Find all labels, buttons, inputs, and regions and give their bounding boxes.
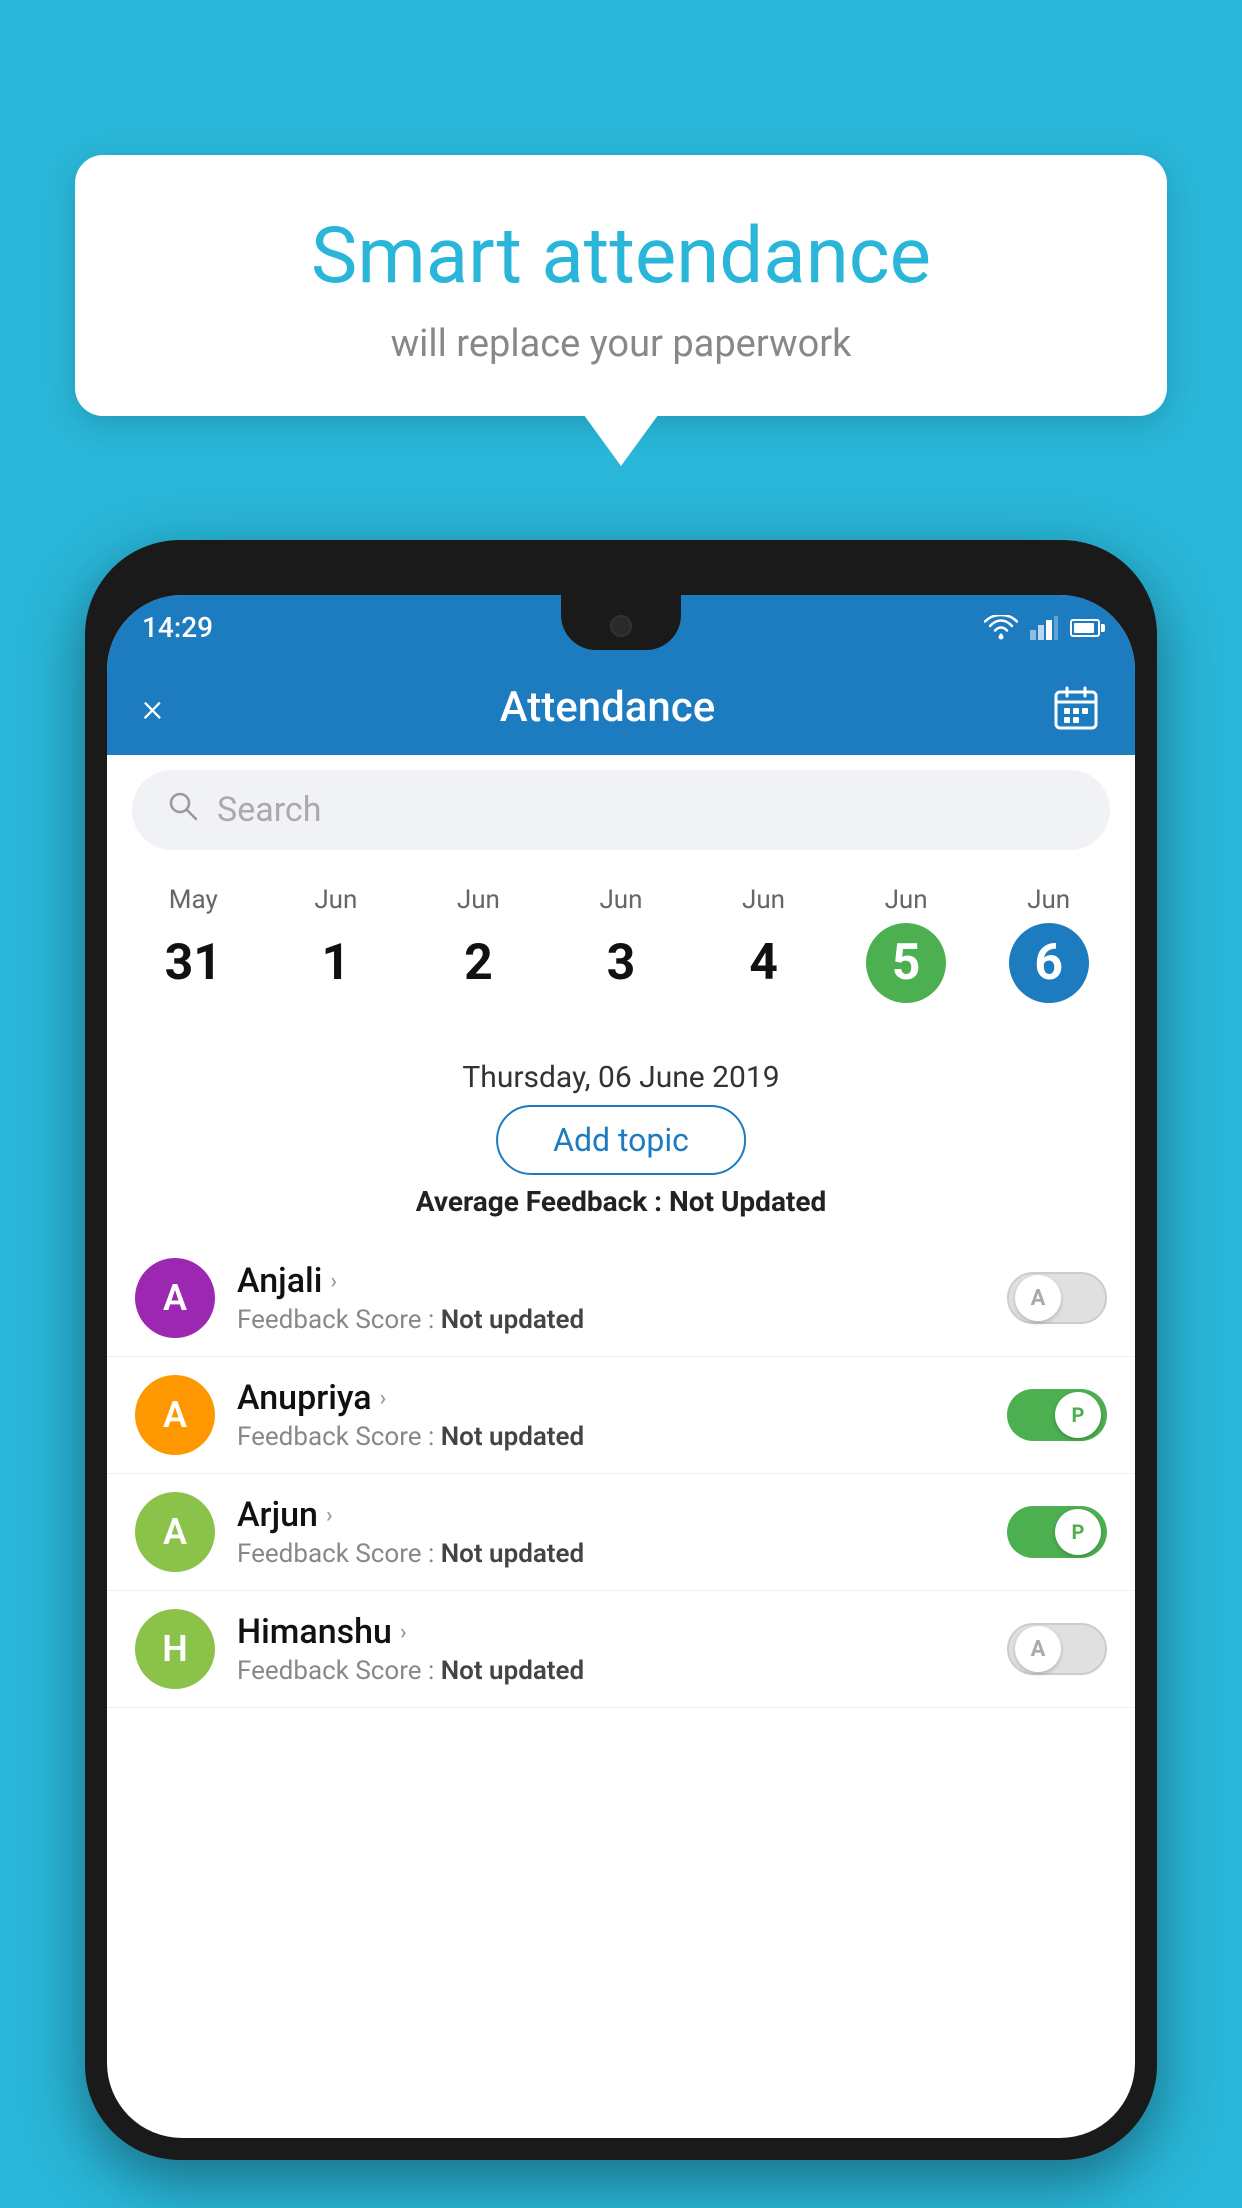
toggle-knob: A — [1015, 1626, 1061, 1672]
signal-icon — [1030, 616, 1058, 640]
cal-month-label: Jun — [742, 885, 785, 915]
add-topic-button[interactable]: Add topic — [496, 1105, 746, 1175]
close-button[interactable]: × — [142, 684, 163, 731]
student-name: Anupriya › — [237, 1378, 985, 1418]
attendance-toggle[interactable]: A — [1007, 1623, 1107, 1675]
add-topic-label: Add topic — [553, 1121, 689, 1159]
student-list-item[interactable]: A Anupriya › Feedback Score : Not updated P — [107, 1357, 1135, 1474]
calendar-day[interactable]: Jun 5 — [866, 885, 946, 1003]
calendar-day[interactable]: Jun 1 — [296, 885, 376, 1003]
cal-day-number[interactable]: 4 — [724, 923, 804, 1003]
student-avatar: A — [135, 1258, 215, 1338]
cal-month-label: Jun — [885, 885, 928, 915]
search-icon — [167, 790, 199, 830]
student-avatar: H — [135, 1609, 215, 1689]
student-list: AAnjali›Feedback Score : Not updatedAAAn… — [107, 1240, 1135, 2138]
status-time: 14:29 — [142, 611, 213, 644]
student-name: Anjali › — [237, 1261, 985, 1301]
cal-day-number[interactable]: 31 — [153, 923, 233, 1003]
toggle-switch[interactable]: A — [1007, 1623, 1107, 1675]
calendar-day[interactable]: Jun 4 — [724, 885, 804, 1003]
student-info: Anjali › Feedback Score : Not updated — [237, 1261, 985, 1335]
status-icons — [984, 615, 1100, 641]
student-info: Anupriya › Feedback Score : Not updated — [237, 1378, 985, 1452]
cal-day-number[interactable]: 1 — [296, 923, 376, 1003]
student-name-text: Arjun — [237, 1495, 318, 1535]
calendar-day[interactable]: Jun 6 — [1009, 885, 1089, 1003]
calendar-icon[interactable] — [1052, 684, 1100, 732]
student-name: Arjun › — [237, 1495, 985, 1535]
camera — [610, 615, 632, 637]
wifi-icon — [984, 615, 1018, 641]
student-feedback: Feedback Score : Not updated — [237, 1422, 985, 1452]
student-list-item[interactable]: A Anjali › Feedback Score : Not updated A — [107, 1240, 1135, 1357]
student-feedback: Feedback Score : Not updated — [237, 1656, 985, 1686]
student-info: Himanshu › Feedback Score : Not updated — [237, 1612, 985, 1686]
calendar-day[interactable]: Jun 3 — [581, 885, 661, 1003]
bubble-title: Smart attendance — [135, 210, 1107, 304]
calendar-day[interactable]: May 31 — [153, 885, 233, 1003]
student-list-item[interactable]: H Himanshu › Feedback Score : Not updated A — [107, 1591, 1135, 1708]
student-avatar: A — [135, 1492, 215, 1572]
chevron-right-icon: › — [330, 1269, 337, 1294]
cal-month-label: Jun — [1027, 885, 1070, 915]
date-display: Thursday, 06 June 2019 — [107, 1060, 1135, 1095]
chevron-right-icon: › — [380, 1386, 387, 1411]
attendance-toggle[interactable]: A — [1007, 1272, 1107, 1324]
cal-month-label: Jun — [599, 885, 642, 915]
cal-day-number[interactable]: 3 — [581, 923, 661, 1003]
toggle-knob: P — [1055, 1392, 1101, 1438]
notch — [561, 595, 681, 650]
student-name-text: Anupriya — [237, 1378, 372, 1418]
phone-screen: 14:29 — [107, 595, 1135, 2138]
cal-month-label: May — [169, 885, 218, 915]
search-input[interactable]: Search — [217, 790, 1075, 830]
chevron-right-icon: › — [400, 1620, 407, 1645]
cal-day-number[interactable]: 2 — [438, 923, 518, 1003]
header-title: Attendance — [500, 683, 715, 732]
student-name-text: Anjali — [237, 1261, 322, 1301]
cal-month-label: Jun — [314, 885, 357, 915]
student-avatar: A — [135, 1375, 215, 1455]
avg-feedback-label: Average Feedback : — [416, 1185, 669, 1218]
bubble-subtitle: will replace your paperwork — [135, 322, 1107, 366]
student-info: Arjun › Feedback Score : Not updated — [237, 1495, 985, 1569]
attendance-toggle[interactable]: P — [1007, 1389, 1107, 1441]
student-feedback: Feedback Score : Not updated — [237, 1305, 985, 1335]
phone-frame: 14:29 — [85, 540, 1157, 2160]
toggle-knob: A — [1015, 1275, 1061, 1321]
speech-bubble: Smart attendance will replace your paper… — [75, 155, 1167, 416]
toggle-knob: P — [1055, 1509, 1101, 1555]
toggle-switch[interactable]: P — [1007, 1389, 1107, 1441]
search-bar[interactable]: Search — [132, 770, 1110, 850]
battery-icon — [1070, 619, 1100, 637]
cal-day-number[interactable]: 5 — [866, 923, 946, 1003]
student-name-text: Himanshu — [237, 1612, 392, 1652]
student-feedback: Feedback Score : Not updated — [237, 1539, 985, 1569]
student-name: Himanshu › — [237, 1612, 985, 1652]
cal-day-number[interactable]: 6 — [1009, 923, 1089, 1003]
app-header: × Attendance — [107, 660, 1135, 755]
toggle-switch[interactable]: A — [1007, 1272, 1107, 1324]
attendance-toggle[interactable]: P — [1007, 1506, 1107, 1558]
avg-feedback: Average Feedback : Not Updated — [107, 1185, 1135, 1218]
chevron-right-icon: › — [326, 1503, 333, 1528]
calendar-strip: May 31 Jun 1 Jun 2 Jun 3 Jun 4 Jun 5 Jun 6 — [107, 865, 1135, 1003]
toggle-switch[interactable]: P — [1007, 1506, 1107, 1558]
student-list-item[interactable]: A Arjun › Feedback Score : Not updated P — [107, 1474, 1135, 1591]
calendar-day[interactable]: Jun 2 — [438, 885, 518, 1003]
cal-month-label: Jun — [457, 885, 500, 915]
avg-feedback-value: Not Updated — [669, 1185, 826, 1218]
